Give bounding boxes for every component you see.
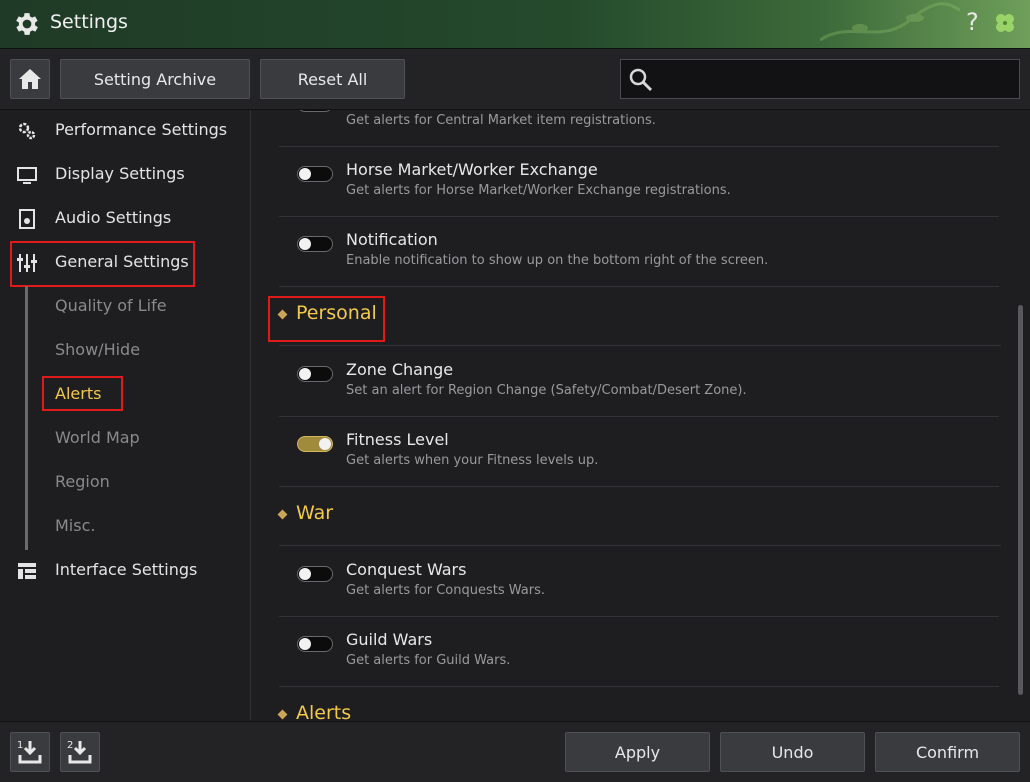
preset-2-button[interactable]: 2 bbox=[60, 732, 100, 772]
scrollbar-thumb[interactable] bbox=[1018, 305, 1023, 695]
toggle-knob bbox=[299, 568, 311, 580]
download-preset-icon: 1 bbox=[17, 740, 42, 764]
toggle-knob bbox=[299, 368, 311, 380]
setting-archive-button[interactable]: Setting Archive bbox=[60, 59, 250, 99]
setting-title: Guild Wars bbox=[346, 630, 433, 649]
setting-row-conquest-wars: Conquest Wars Get alerts for Conquests W… bbox=[279, 546, 999, 617]
layout-icon bbox=[18, 563, 36, 579]
toggle-knob bbox=[319, 438, 331, 450]
toolbar: Setting Archive Reset All bbox=[0, 49, 1030, 110]
subitem-misc[interactable]: Misc. bbox=[55, 516, 95, 535]
submenu-line bbox=[25, 286, 28, 550]
setting-row-central-market: Get alerts for Central Market item regis… bbox=[279, 110, 999, 147]
preset-1-button[interactable]: 1 bbox=[10, 732, 50, 772]
diamond-bullet-icon bbox=[277, 709, 288, 720]
sidebar-item-interface[interactable]: Interface Settings bbox=[0, 550, 250, 594]
section-war: War bbox=[276, 488, 1001, 546]
toggle-switch[interactable] bbox=[297, 366, 333, 382]
setting-description: Get alerts for Horse Market/Worker Excha… bbox=[346, 183, 731, 198]
setting-title: Fitness Level bbox=[346, 430, 449, 449]
sidebar-item-display[interactable]: Display Settings bbox=[0, 154, 250, 198]
toggle-knob bbox=[299, 238, 311, 250]
setting-description: Set an alert for Region Change (Safety/C… bbox=[346, 383, 747, 398]
setting-title: Notification bbox=[346, 230, 438, 249]
toggle-switch[interactable] bbox=[297, 110, 333, 112]
gear-icon bbox=[16, 13, 38, 35]
download-preset-icon: 2 bbox=[67, 740, 92, 764]
subitem-world-map[interactable]: World Map bbox=[55, 428, 140, 447]
subitem-region[interactable]: Region bbox=[55, 472, 110, 491]
section-alerts: Alerts bbox=[276, 688, 1001, 720]
speaker-icon bbox=[19, 209, 35, 229]
settings-content: Get alerts for Central Market item regis… bbox=[251, 110, 1016, 720]
gears-icon bbox=[18, 122, 36, 140]
window-title: Settings bbox=[50, 11, 128, 33]
apply-button[interactable]: Apply bbox=[565, 732, 710, 772]
undo-button[interactable]: Undo bbox=[720, 732, 865, 772]
setting-title: Conquest Wars bbox=[346, 560, 467, 579]
search-box[interactable] bbox=[620, 59, 1020, 99]
toggle-switch[interactable] bbox=[297, 166, 333, 182]
sidebar-item-audio[interactable]: Audio Settings bbox=[0, 198, 250, 242]
toggle-switch[interactable] bbox=[297, 236, 333, 252]
setting-row-notification: Notification Enable notification to show… bbox=[279, 216, 999, 287]
setting-description: Enable notification to show up on the bo… bbox=[346, 253, 769, 268]
toggle-knob bbox=[299, 638, 311, 650]
scrollbar[interactable] bbox=[1016, 110, 1026, 720]
setting-description: Get alerts when your Fitness levels up. bbox=[346, 453, 599, 468]
footer-bar: 1 2 Apply Undo Confirm bbox=[0, 721, 1030, 782]
title-bar: Settings ? bbox=[0, 0, 1030, 49]
setting-title: Zone Change bbox=[346, 360, 454, 379]
sidebar-item-label: Display Settings bbox=[55, 164, 185, 183]
toggle-switch[interactable] bbox=[297, 636, 333, 652]
confirm-button[interactable]: Confirm bbox=[875, 732, 1020, 772]
highlight-alerts bbox=[42, 376, 123, 411]
reset-all-button[interactable]: Reset All bbox=[260, 59, 405, 99]
home-button[interactable] bbox=[10, 59, 50, 99]
setting-row-zone-change: Zone Change Set an alert for Region Chan… bbox=[279, 346, 999, 417]
setting-row-guild-wars: Guild Wars Get alerts for Guild Wars. bbox=[279, 616, 999, 687]
clover-icon[interactable] bbox=[992, 11, 1018, 37]
monitor-icon bbox=[17, 167, 37, 184]
vine-decoration bbox=[820, 2, 960, 42]
setting-title: Horse Market/Worker Exchange bbox=[346, 160, 598, 179]
highlight-general-settings bbox=[10, 241, 195, 287]
sidebar-item-performance[interactable]: Performance Settings bbox=[0, 110, 250, 154]
setting-row-horse-market: Horse Market/Worker Exchange Get alerts … bbox=[279, 146, 999, 217]
subitem-show-hide[interactable]: Show/Hide bbox=[55, 340, 140, 359]
section-title: Alerts bbox=[296, 702, 352, 720]
section-title: War bbox=[296, 502, 334, 524]
subitem-quality-of-life[interactable]: Quality of Life bbox=[55, 296, 167, 315]
highlight-personal bbox=[268, 296, 385, 342]
diamond-bullet-icon bbox=[277, 509, 288, 520]
help-button[interactable]: ? bbox=[966, 8, 979, 36]
search-input[interactable] bbox=[661, 64, 1015, 96]
sidebar-item-label: Interface Settings bbox=[55, 560, 198, 579]
search-icon bbox=[629, 68, 653, 92]
setting-description: Get alerts for Guild Wars. bbox=[346, 653, 511, 668]
setting-description: Get alerts for Conquests Wars. bbox=[346, 583, 546, 598]
preset-number: 2 bbox=[67, 740, 73, 751]
setting-description: Get alerts for Central Market item regis… bbox=[346, 113, 656, 128]
sidebar-item-label: Performance Settings bbox=[55, 120, 228, 139]
setting-row-fitness-level: Fitness Level Get alerts when your Fitne… bbox=[279, 416, 999, 487]
preset-number: 1 bbox=[17, 740, 23, 751]
sidebar: Performance Settings Display Settings Au… bbox=[0, 110, 251, 720]
toggle-switch[interactable] bbox=[297, 436, 333, 452]
sidebar-item-label: Audio Settings bbox=[55, 208, 172, 227]
home-icon bbox=[19, 69, 41, 89]
toggle-knob bbox=[299, 168, 311, 180]
toggle-switch[interactable] bbox=[297, 566, 333, 582]
